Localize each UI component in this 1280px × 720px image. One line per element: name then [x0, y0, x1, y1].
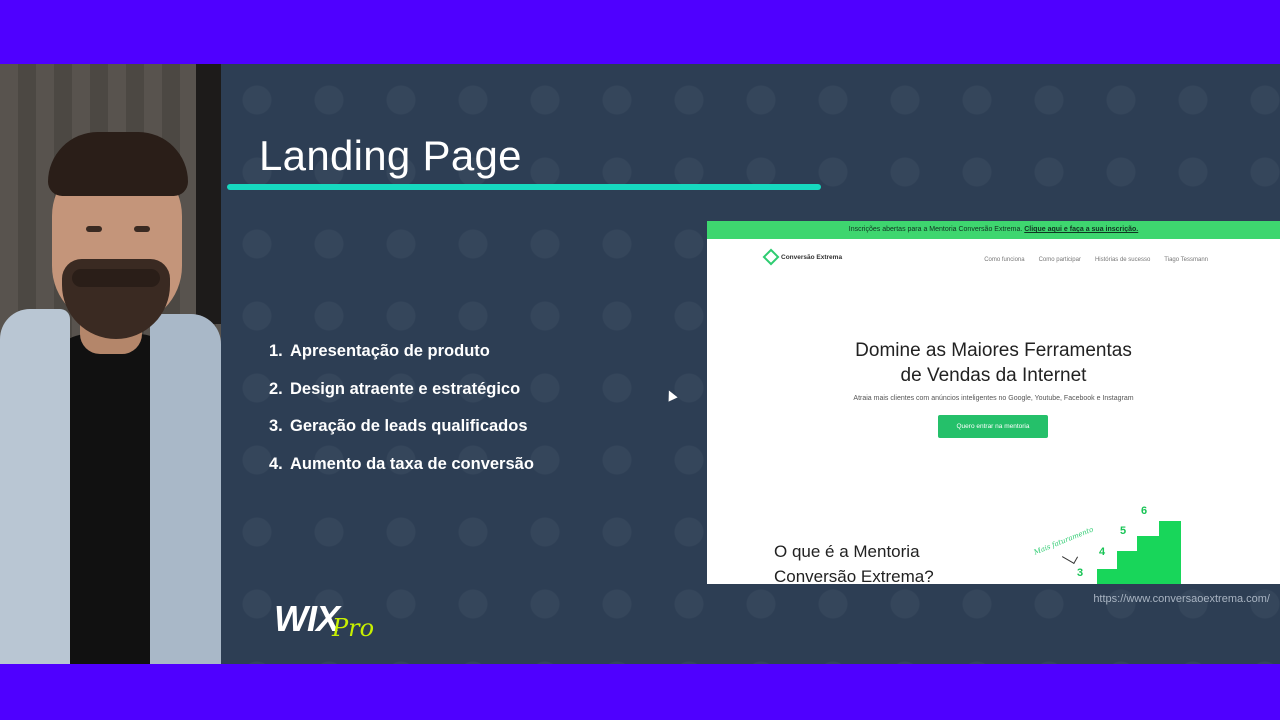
step-number: 3: [1077, 567, 1084, 579]
section-title: O que é a Mentoria Conversão Extrema?: [774, 542, 934, 584]
slide: Landing Page 1. Apresentação de produto 2…: [221, 64, 1280, 664]
website-screenshot: Inscrições abertas para a Mentoria Conve…: [707, 221, 1280, 584]
banner-link[interactable]: Clique aqui e faça a sua inscrição.: [1024, 226, 1138, 233]
site-subheadline: Atraia mais clientes com anúncios inteli…: [853, 395, 1134, 402]
staircase-step: [1137, 536, 1159, 584]
video-frame: Landing Page 1. Apresentação de produto 2…: [0, 64, 1280, 664]
wix-pro-logo: WIX Pro: [274, 598, 375, 642]
background-pillar: [196, 64, 221, 324]
slide-title: Landing Page: [259, 132, 522, 179]
step-number: 6: [1141, 505, 1148, 517]
presenter-eye-left: [86, 226, 102, 232]
staircase-step: [1097, 569, 1117, 584]
presenter-jacket-right: [150, 314, 221, 664]
menu-item-como-participar[interactable]: Como participar: [1039, 257, 1081, 263]
site-url: https://www.conversaoextrema.com/: [1093, 593, 1270, 605]
feature-list: 1. Apresentação de produto 2. Design atrae…: [269, 342, 534, 493]
cta-button[interactable]: Quero entrar na mentoria: [938, 415, 1048, 438]
step-number: 4: [1099, 546, 1106, 558]
presenter-camera: [0, 64, 221, 664]
menu-item-historias[interactable]: Histórias de sucesso: [1095, 257, 1150, 263]
site-brand-logo[interactable]: Conversão Extrema: [762, 248, 842, 266]
arrow-icon: [1061, 550, 1079, 564]
list-item: 3. Geração de leads qualificados: [269, 417, 528, 436]
list-item: 1. Apresentação de produto: [269, 342, 490, 360]
presenter-jacket-left: [0, 309, 70, 664]
menu-item-tiago[interactable]: Tiago Tessmann: [1164, 257, 1208, 263]
presenter-eye-right: [134, 226, 150, 232]
site-navbar: Conversão Extrema Como funciona Como par…: [707, 239, 1280, 279]
list-item: 2. Design atraente e estratégico: [269, 379, 521, 398]
staircase-step: [1117, 551, 1137, 584]
site-menu: Como funciona Como participar Histórias …: [984, 257, 1208, 263]
menu-item-como-funciona[interactable]: Como funciona: [984, 257, 1024, 263]
list-item: 4. Aumento da taxa de conversão: [269, 455, 534, 474]
site-announcement-banner[interactable]: Inscrições abertas para a Mentoria Conve…: [707, 221, 1280, 239]
site-headline: Domine as Maiores Ferramentas de Vendas …: [855, 340, 1132, 386]
step-number: 5: [1120, 525, 1127, 537]
presenter-mustache: [72, 269, 160, 287]
staircase-step: [1159, 521, 1181, 584]
title-underline: [227, 184, 821, 190]
brand-mark-icon: [762, 248, 780, 266]
presenter-hair: [48, 132, 188, 196]
